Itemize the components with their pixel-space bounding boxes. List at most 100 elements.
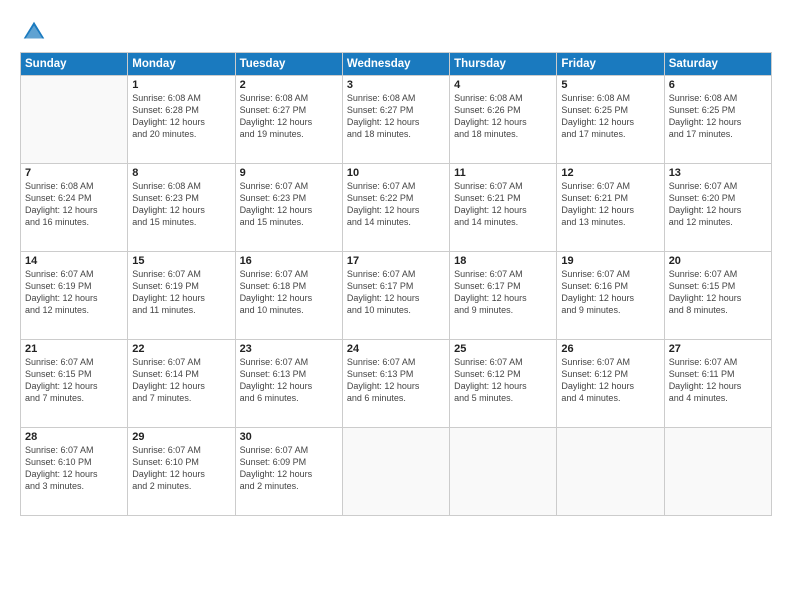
day-number: 9 bbox=[240, 167, 338, 179]
day-info: Sunrise: 6:07 AM Sunset: 6:15 PM Dayligh… bbox=[25, 356, 123, 405]
calendar-cell: 8Sunrise: 6:08 AM Sunset: 6:23 PM Daylig… bbox=[128, 164, 235, 252]
day-info: Sunrise: 6:08 AM Sunset: 6:26 PM Dayligh… bbox=[454, 92, 552, 141]
day-info: Sunrise: 6:07 AM Sunset: 6:17 PM Dayligh… bbox=[454, 268, 552, 317]
calendar-cell: 21Sunrise: 6:07 AM Sunset: 6:15 PM Dayli… bbox=[21, 340, 128, 428]
day-number: 27 bbox=[669, 343, 767, 355]
calendar-cell: 12Sunrise: 6:07 AM Sunset: 6:21 PM Dayli… bbox=[557, 164, 664, 252]
calendar-cell: 23Sunrise: 6:07 AM Sunset: 6:13 PM Dayli… bbox=[235, 340, 342, 428]
day-info: Sunrise: 6:08 AM Sunset: 6:27 PM Dayligh… bbox=[347, 92, 445, 141]
day-number: 23 bbox=[240, 343, 338, 355]
calendar-cell: 11Sunrise: 6:07 AM Sunset: 6:21 PM Dayli… bbox=[450, 164, 557, 252]
calendar-cell: 30Sunrise: 6:07 AM Sunset: 6:09 PM Dayli… bbox=[235, 428, 342, 516]
day-number: 28 bbox=[25, 431, 123, 443]
day-info: Sunrise: 6:08 AM Sunset: 6:25 PM Dayligh… bbox=[561, 92, 659, 141]
day-info: Sunrise: 6:07 AM Sunset: 6:18 PM Dayligh… bbox=[240, 268, 338, 317]
calendar-cell: 17Sunrise: 6:07 AM Sunset: 6:17 PM Dayli… bbox=[342, 252, 449, 340]
day-info: Sunrise: 6:07 AM Sunset: 6:13 PM Dayligh… bbox=[347, 356, 445, 405]
calendar-body: 1Sunrise: 6:08 AM Sunset: 6:28 PM Daylig… bbox=[21, 76, 772, 516]
calendar-cell: 19Sunrise: 6:07 AM Sunset: 6:16 PM Dayli… bbox=[557, 252, 664, 340]
calendar-cell: 16Sunrise: 6:07 AM Sunset: 6:18 PM Dayli… bbox=[235, 252, 342, 340]
day-info: Sunrise: 6:07 AM Sunset: 6:10 PM Dayligh… bbox=[132, 444, 230, 493]
calendar-cell: 1Sunrise: 6:08 AM Sunset: 6:28 PM Daylig… bbox=[128, 76, 235, 164]
day-number: 2 bbox=[240, 79, 338, 91]
day-number: 29 bbox=[132, 431, 230, 443]
day-number: 16 bbox=[240, 255, 338, 267]
day-info: Sunrise: 6:08 AM Sunset: 6:25 PM Dayligh… bbox=[669, 92, 767, 141]
day-number: 15 bbox=[132, 255, 230, 267]
day-number: 21 bbox=[25, 343, 123, 355]
calendar-week-1: 1Sunrise: 6:08 AM Sunset: 6:28 PM Daylig… bbox=[21, 76, 772, 164]
day-info: Sunrise: 6:07 AM Sunset: 6:19 PM Dayligh… bbox=[132, 268, 230, 317]
day-info: Sunrise: 6:08 AM Sunset: 6:27 PM Dayligh… bbox=[240, 92, 338, 141]
calendar-cell: 28Sunrise: 6:07 AM Sunset: 6:10 PM Dayli… bbox=[21, 428, 128, 516]
calendar-week-2: 7Sunrise: 6:08 AM Sunset: 6:24 PM Daylig… bbox=[21, 164, 772, 252]
day-info: Sunrise: 6:07 AM Sunset: 6:10 PM Dayligh… bbox=[25, 444, 123, 493]
day-number: 22 bbox=[132, 343, 230, 355]
calendar-week-4: 21Sunrise: 6:07 AM Sunset: 6:15 PM Dayli… bbox=[21, 340, 772, 428]
day-number: 26 bbox=[561, 343, 659, 355]
calendar-cell: 13Sunrise: 6:07 AM Sunset: 6:20 PM Dayli… bbox=[664, 164, 771, 252]
day-number: 4 bbox=[454, 79, 552, 91]
day-info: Sunrise: 6:07 AM Sunset: 6:14 PM Dayligh… bbox=[132, 356, 230, 405]
day-info: Sunrise: 6:07 AM Sunset: 6:19 PM Dayligh… bbox=[25, 268, 123, 317]
calendar-cell: 4Sunrise: 6:08 AM Sunset: 6:26 PM Daylig… bbox=[450, 76, 557, 164]
day-number: 19 bbox=[561, 255, 659, 267]
day-number: 12 bbox=[561, 167, 659, 179]
calendar-cell bbox=[342, 428, 449, 516]
day-number: 11 bbox=[454, 167, 552, 179]
day-info: Sunrise: 6:08 AM Sunset: 6:24 PM Dayligh… bbox=[25, 180, 123, 229]
logo bbox=[20, 18, 52, 46]
calendar-cell: 10Sunrise: 6:07 AM Sunset: 6:22 PM Dayli… bbox=[342, 164, 449, 252]
day-info: Sunrise: 6:07 AM Sunset: 6:23 PM Dayligh… bbox=[240, 180, 338, 229]
day-info: Sunrise: 6:08 AM Sunset: 6:23 PM Dayligh… bbox=[132, 180, 230, 229]
calendar-cell: 26Sunrise: 6:07 AM Sunset: 6:12 PM Dayli… bbox=[557, 340, 664, 428]
day-info: Sunrise: 6:07 AM Sunset: 6:17 PM Dayligh… bbox=[347, 268, 445, 317]
day-info: Sunrise: 6:07 AM Sunset: 6:20 PM Dayligh… bbox=[669, 180, 767, 229]
day-number: 25 bbox=[454, 343, 552, 355]
day-number: 24 bbox=[347, 343, 445, 355]
column-header-wednesday: Wednesday bbox=[342, 53, 449, 76]
column-header-monday: Monday bbox=[128, 53, 235, 76]
calendar-cell: 9Sunrise: 6:07 AM Sunset: 6:23 PM Daylig… bbox=[235, 164, 342, 252]
calendar-cell: 3Sunrise: 6:08 AM Sunset: 6:27 PM Daylig… bbox=[342, 76, 449, 164]
calendar-cell: 24Sunrise: 6:07 AM Sunset: 6:13 PM Dayli… bbox=[342, 340, 449, 428]
day-number: 20 bbox=[669, 255, 767, 267]
day-info: Sunrise: 6:07 AM Sunset: 6:13 PM Dayligh… bbox=[240, 356, 338, 405]
day-number: 10 bbox=[347, 167, 445, 179]
calendar-week-5: 28Sunrise: 6:07 AM Sunset: 6:10 PM Dayli… bbox=[21, 428, 772, 516]
day-info: Sunrise: 6:07 AM Sunset: 6:09 PM Dayligh… bbox=[240, 444, 338, 493]
calendar-cell: 6Sunrise: 6:08 AM Sunset: 6:25 PM Daylig… bbox=[664, 76, 771, 164]
calendar-cell: 20Sunrise: 6:07 AM Sunset: 6:15 PM Dayli… bbox=[664, 252, 771, 340]
day-info: Sunrise: 6:07 AM Sunset: 6:21 PM Dayligh… bbox=[561, 180, 659, 229]
day-number: 1 bbox=[132, 79, 230, 91]
day-number: 14 bbox=[25, 255, 123, 267]
calendar-cell bbox=[21, 76, 128, 164]
day-number: 6 bbox=[669, 79, 767, 91]
column-header-tuesday: Tuesday bbox=[235, 53, 342, 76]
day-number: 5 bbox=[561, 79, 659, 91]
day-number: 3 bbox=[347, 79, 445, 91]
column-header-saturday: Saturday bbox=[664, 53, 771, 76]
day-number: 13 bbox=[669, 167, 767, 179]
day-number: 30 bbox=[240, 431, 338, 443]
column-header-sunday: Sunday bbox=[21, 53, 128, 76]
calendar-week-3: 14Sunrise: 6:07 AM Sunset: 6:19 PM Dayli… bbox=[21, 252, 772, 340]
calendar-cell: 27Sunrise: 6:07 AM Sunset: 6:11 PM Dayli… bbox=[664, 340, 771, 428]
calendar-cell: 5Sunrise: 6:08 AM Sunset: 6:25 PM Daylig… bbox=[557, 76, 664, 164]
calendar-cell: 25Sunrise: 6:07 AM Sunset: 6:12 PM Dayli… bbox=[450, 340, 557, 428]
calendar-cell bbox=[664, 428, 771, 516]
calendar-cell: 15Sunrise: 6:07 AM Sunset: 6:19 PM Dayli… bbox=[128, 252, 235, 340]
day-info: Sunrise: 6:07 AM Sunset: 6:22 PM Dayligh… bbox=[347, 180, 445, 229]
calendar-cell bbox=[450, 428, 557, 516]
calendar-cell: 29Sunrise: 6:07 AM Sunset: 6:10 PM Dayli… bbox=[128, 428, 235, 516]
column-header-friday: Friday bbox=[557, 53, 664, 76]
calendar-cell: 7Sunrise: 6:08 AM Sunset: 6:24 PM Daylig… bbox=[21, 164, 128, 252]
day-number: 7 bbox=[25, 167, 123, 179]
calendar: SundayMondayTuesdayWednesdayThursdayFrid… bbox=[20, 52, 772, 516]
calendar-cell: 18Sunrise: 6:07 AM Sunset: 6:17 PM Dayli… bbox=[450, 252, 557, 340]
day-info: Sunrise: 6:08 AM Sunset: 6:28 PM Dayligh… bbox=[132, 92, 230, 141]
logo-icon bbox=[20, 18, 48, 46]
day-info: Sunrise: 6:07 AM Sunset: 6:12 PM Dayligh… bbox=[454, 356, 552, 405]
day-number: 8 bbox=[132, 167, 230, 179]
calendar-cell: 14Sunrise: 6:07 AM Sunset: 6:19 PM Dayli… bbox=[21, 252, 128, 340]
